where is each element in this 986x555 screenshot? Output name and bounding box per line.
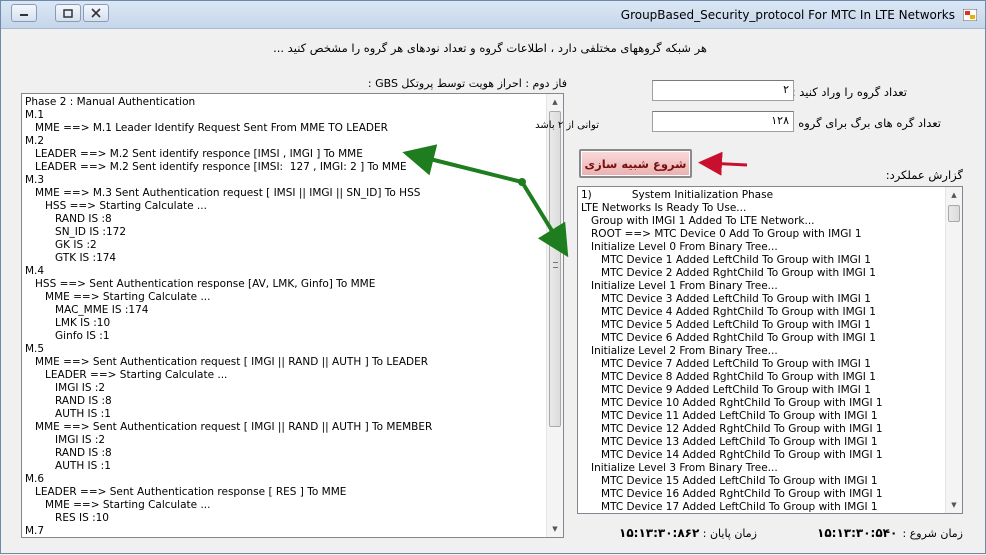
log-line: M.1 [25,109,45,121]
log-line: Initialize Level 0 From Binary Tree... [581,241,778,253]
log-line: Ginfo IS :1 [25,330,110,342]
log-line: MTC Device 16 Added RghtChild To Group w… [581,488,883,500]
log-line: RAND IS :8 [25,213,112,225]
log-line: ROOT ==> MTC Device 0 Add To Group with … [581,228,862,240]
log-line: HSS ==> Starting Calculate ... [25,200,207,212]
maximize-icon [63,8,73,18]
log-line: M.6 [25,473,45,485]
report-panel-label: گزارش عملکرد: [885,168,963,182]
log-line: MTC Device 5 Added LeftChild To Group wi… [581,319,871,331]
log-line: MTC Device 1 Added LeftChild To Group wi… [581,254,871,266]
scroll-down-icon[interactable]: ▼ [547,521,563,537]
log-line: Initialize Level 2 From Binary Tree... [581,345,778,357]
start-time-value: ۱۵:۱۳:۳۰:۵۴۰ [817,526,898,540]
group-count-label: تعداد گروه را وراد کنید : [791,85,907,99]
log-line: M.3 [25,174,45,186]
log-line: RAND IS :8 [25,395,112,407]
window-title: GroupBased_Security_protocol For MTC In … [620,8,955,22]
log-line: Initialize Level 1 From Binary Tree... [581,280,778,292]
log-line: MTC Device 3 Added LeftChild To Group wi… [581,293,871,305]
log-line: MTC Device 12 Added RghtChild To Group w… [581,423,883,435]
log-line: MTC Device 17 Added LeftChild To Group w… [581,501,878,513]
log-line: GTK IS :174 [25,252,117,264]
log-line: MME ==> Starting Calculate ... [25,291,211,303]
report-log-lines: 1) System Initialization Phase LTE Networ… [581,189,944,513]
log-line: IMGI IS :2 [25,382,106,394]
log-line: Phase 2 : Manual Authentication [25,96,196,108]
log-line: RES IS :10 [25,512,109,524]
log-line: MME ==> Sent Authentication request [ IM… [25,356,429,368]
log-line: MME ==> M.1 Leader Identify Request Sent… [25,122,388,134]
close-icon [91,8,101,18]
app-icon [963,9,977,21]
end-time-value: ۱۵:۱۳:۳۰:۸۶۲ [619,526,700,540]
log-line: IMGI IS :2 [25,434,106,446]
group-count-input[interactable]: ۲ [652,80,794,101]
log-line: LEADER ==> Sent Authentication response … [25,486,347,498]
phase-log-lines: Phase 2 : Manual Authentication M.1 MME =… [25,96,545,537]
minimize-icon [20,14,28,16]
log-line: Group with IMGI 1 Added To LTE Network..… [581,215,815,227]
log-line: MTC Device 7 Added LeftChild To Group wi… [581,358,871,370]
log-line: 1) System Initialization Phase [581,189,774,201]
log-line: M.2 [25,135,45,147]
phase-log-scrollbar[interactable]: ▲ ▼ [546,94,563,537]
title-bar: GroupBased_Security_protocol For MTC In … [1,1,985,29]
log-line: MAC_MME IS :174 [25,304,149,316]
leaf-count-input[interactable]: ۱۲۸ [652,111,794,132]
log-line: MME ==> Starting Calculate ... [25,499,211,511]
scroll-thumb[interactable] [948,205,960,222]
scroll-down-icon[interactable]: ▼ [946,497,962,513]
log-line: MTC Device 8 Added RghtChild To Group wi… [581,371,876,383]
end-time-label: زمان پایان : [702,527,757,540]
log-line: MTC Device 10 Added RghtChild To Group w… [581,397,883,409]
log-line: MME ==> M.3 Sent Authentication request … [25,187,421,199]
log-line: SN_ID IS :172 [25,226,127,238]
log-line: HSS ==> Sent Authentication response [AV… [25,278,376,290]
report-log-scrollbar[interactable]: ▲ ▼ [945,187,962,513]
log-line: LEADER ==> Starting Calculate ... [25,369,228,381]
log-line: Initialize Level 3 From Binary Tree... [581,462,778,474]
log-line: MTC Device 4 Added RghtChild To Group wi… [581,306,876,318]
log-line: M.5 [25,343,45,355]
log-line: MME ==> Sent Authentication request [ IM… [25,421,433,433]
log-line: MTC Device 15 Added LeftChild To Group w… [581,475,878,487]
log-line: LEADER ==> M.2 Sent identify responce [I… [25,148,363,160]
header-instruction: هر شبکه گروههای مختلفی دارد ، اطلاعات گر… [273,41,707,55]
log-line: MTC Device 6 Added RghtChild To Group wi… [581,332,876,344]
scroll-up-icon[interactable]: ▲ [547,94,563,110]
phase-panel-label: فاز دوم : احراز هویت توسط پروتکل GBS : [367,77,567,90]
scroll-up-icon[interactable]: ▲ [946,187,962,203]
scroll-thumb[interactable] [549,111,561,427]
maximize-button[interactable] [55,4,81,22]
main-window: GroupBased_Security_protocol For MTC In … [0,0,986,554]
log-line: LTE Networks Is Ready To Use... [581,202,747,214]
log-line: MTC Device 13 Added LeftChild To Group w… [581,436,878,448]
leaf-count-hint: توانی از ۲ باشد [535,120,599,131]
log-line: AUTH IS :1 [25,408,111,420]
log-line: RAND IS :8 [25,447,112,459]
close-button[interactable] [83,4,109,22]
log-line: AUTH IS :1 [25,460,111,472]
log-line: MTC Device 9 Added LeftChild To Group wi… [581,384,871,396]
start-time-label: زمان شروع : [902,527,964,540]
log-line: GK IS :2 [25,239,97,251]
log-line: MTC Device 2 Added RghtChild To Group wi… [581,267,876,279]
report-log-listbox[interactable]: 1) System Initialization Phase LTE Networ… [577,186,963,514]
log-line: M.7 [25,525,45,537]
leaf-count-label: تعداد گره های برگ برای گروه : [790,116,941,130]
log-line: M.4 [25,265,45,277]
log-line: LMK IS :10 [25,317,111,329]
phase-log-listbox[interactable]: Phase 2 : Manual Authentication M.1 MME =… [21,93,564,538]
start-simulation-button[interactable]: شروع شبیه سازی [579,149,692,178]
minimize-button[interactable] [11,4,37,22]
form-body: هر شبکه گروههای مختلفی دارد ، اطلاعات گر… [9,33,979,549]
log-line: MTC Device 14 Added RghtChild To Group w… [581,449,883,461]
log-line: MTC Device 11 Added LeftChild To Group w… [581,410,878,422]
log-line: LEADER ==> M.2 Sent identify responce [I… [25,161,407,173]
